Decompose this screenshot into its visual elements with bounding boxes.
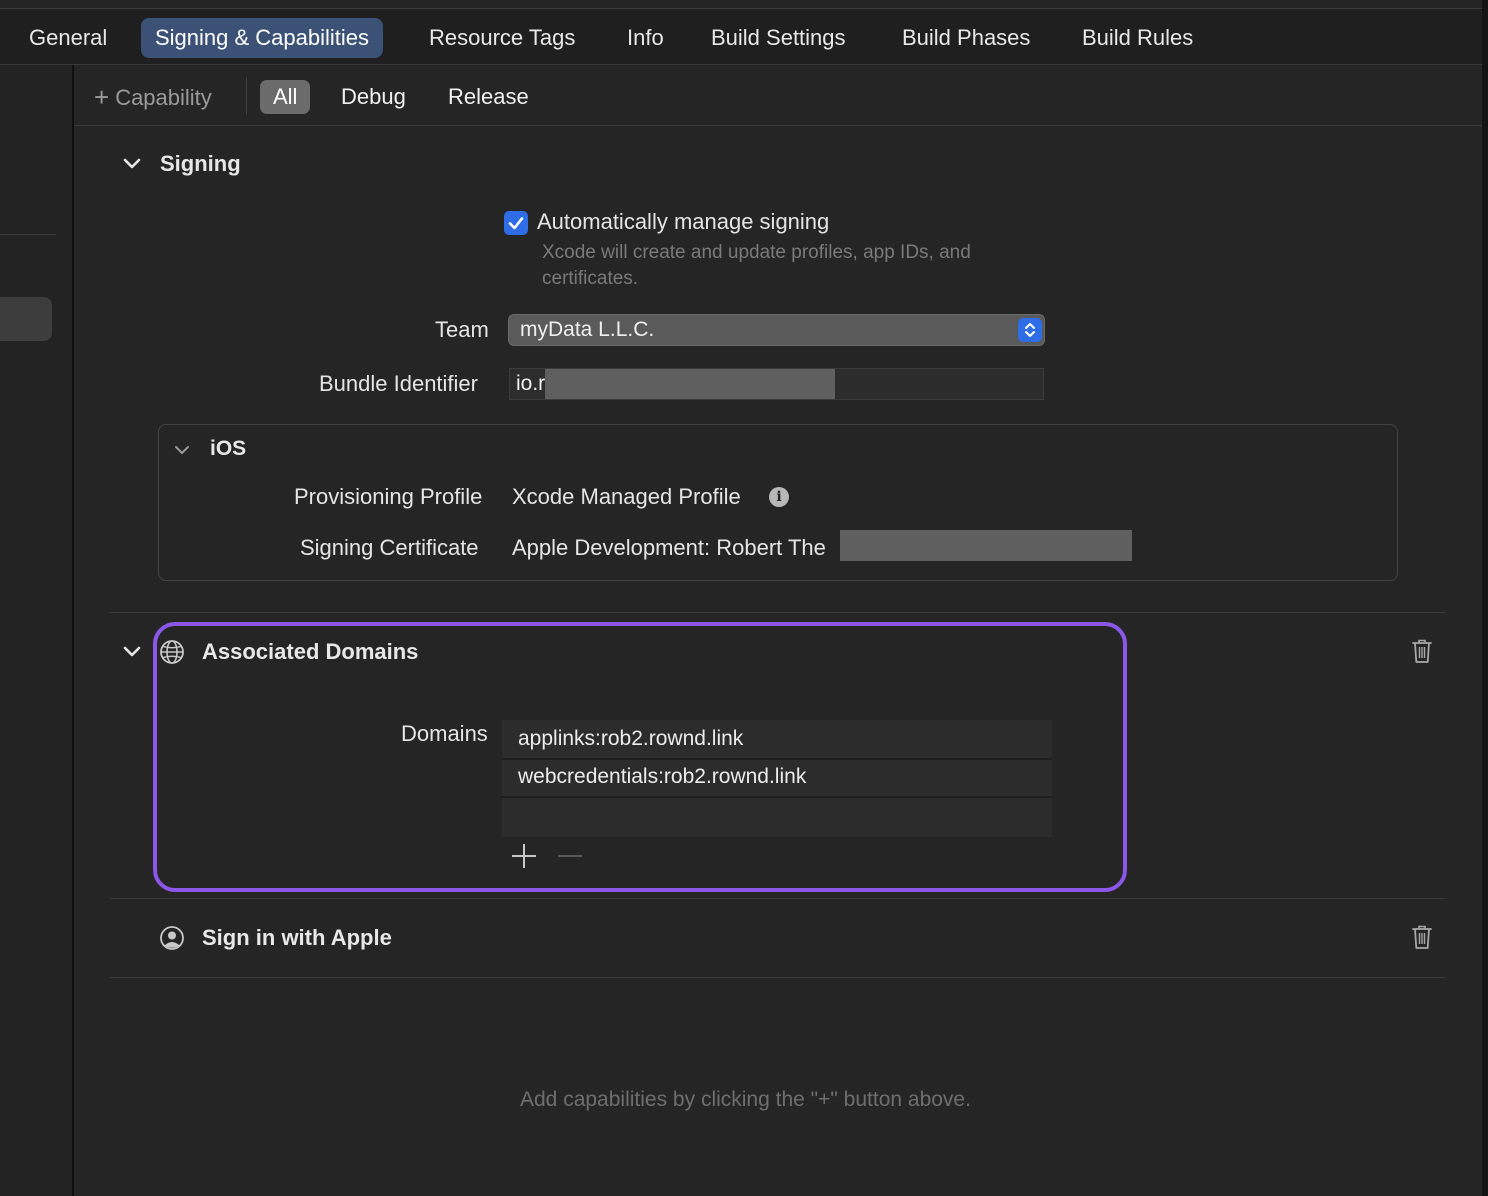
chevron-down-icon[interactable] xyxy=(171,439,193,461)
checkmark-icon xyxy=(508,217,524,230)
bundle-identifier-label: Bundle Identifier xyxy=(319,371,478,396)
filter-debug[interactable]: Debug xyxy=(341,80,406,114)
person-circle-icon xyxy=(160,926,184,950)
filter-release[interactable]: Release xyxy=(448,80,529,114)
annotation-highlight xyxy=(153,622,1127,892)
toolbar-separator xyxy=(246,77,247,115)
add-capability-label: Capability xyxy=(115,85,212,110)
auto-manage-signing-hint: Xcode will create and update profiles, a… xyxy=(542,242,971,289)
toolbar-divider xyxy=(74,125,1482,126)
tab-info[interactable]: Info xyxy=(627,18,664,58)
add-capability-button[interactable]: + Capability xyxy=(94,80,212,114)
sidebar-separator xyxy=(0,234,56,235)
add-capabilities-hint: Add capabilities by clicking the "+" but… xyxy=(520,1088,971,1111)
provisioning-profile-label: Provisioning Profile xyxy=(294,484,483,509)
signing-section-title: Signing xyxy=(160,151,241,176)
section-divider xyxy=(110,898,1446,899)
section-divider xyxy=(110,977,1446,978)
tab-bar-divider xyxy=(0,64,1482,65)
auto-manage-signing-checkbox[interactable] xyxy=(504,211,528,235)
signing-certificate-label: Signing Certificate xyxy=(300,535,479,560)
signing-certificate-value: Apple Development: Robert The xyxy=(512,535,826,560)
sidebar-selected-target[interactable] xyxy=(0,297,52,341)
info-icon[interactable]: i xyxy=(769,487,789,507)
provisioning-profile-value: Xcode Managed Profile xyxy=(512,484,741,509)
redacted-block xyxy=(840,530,1132,561)
window-edge xyxy=(1482,0,1488,1196)
section-divider xyxy=(110,612,1446,613)
team-label: Team xyxy=(435,317,489,342)
tab-signing-capabilities[interactable]: Signing & Capabilities xyxy=(141,18,384,58)
sign-in-with-apple-title: Sign in with Apple xyxy=(202,925,392,950)
chevron-down-icon[interactable] xyxy=(121,641,143,663)
trash-icon[interactable] xyxy=(1410,923,1434,951)
updown-arrows-icon[interactable] xyxy=(1018,318,1042,342)
tab-resource-tags[interactable]: Resource Tags xyxy=(429,18,575,58)
team-value: myData L.L.C. xyxy=(520,318,655,341)
trash-icon[interactable] xyxy=(1410,637,1434,665)
chevron-down-icon[interactable] xyxy=(121,153,143,175)
tab-general[interactable]: General xyxy=(29,18,107,58)
filter-all[interactable]: All xyxy=(260,80,311,114)
redacted-block xyxy=(545,369,835,399)
tab-build-settings[interactable]: Build Settings xyxy=(711,18,846,58)
plus-icon: + xyxy=(94,82,110,112)
sidebar-divider[interactable] xyxy=(72,65,74,1196)
tab-build-phases[interactable]: Build Phases xyxy=(902,18,1030,58)
auto-manage-signing-label[interactable]: Automatically manage signing xyxy=(537,208,829,236)
tab-build-rules[interactable]: Build Rules xyxy=(1082,18,1193,58)
ios-title: iOS xyxy=(210,437,247,460)
bundle-identifier-value: io.r xyxy=(516,372,546,395)
